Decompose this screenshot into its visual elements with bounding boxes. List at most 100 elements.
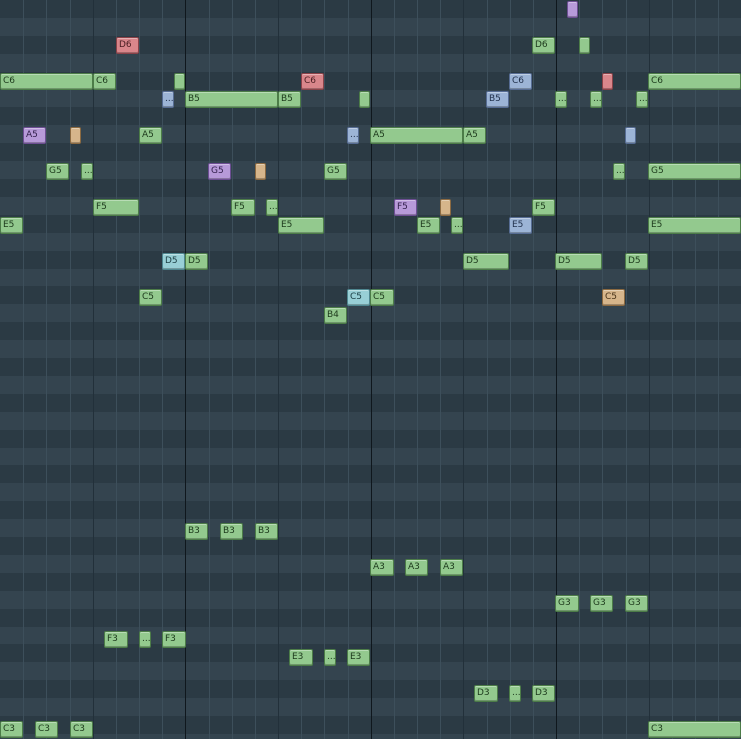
note-b5[interactable]: B5 <box>278 91 301 108</box>
note-g3[interactable]: G3 <box>555 595 579 612</box>
note-d5[interactable]: D5 <box>162 253 185 270</box>
note-e5[interactable]: E5 <box>417 217 440 234</box>
grid-line <box>579 0 580 739</box>
note-g5[interactable]: G5 <box>46 163 69 180</box>
note-c6[interactable]: C6 <box>0 73 93 90</box>
note-block[interactable]: ... <box>266 199 278 216</box>
note-g5[interactable]: G5 <box>208 163 231 180</box>
note-b3[interactable]: B3 <box>185 523 208 540</box>
note-e3[interactable]: E3 <box>289 649 313 666</box>
note-a5[interactable]: A5 <box>23 127 46 144</box>
grid-line <box>93 0 94 739</box>
note-d3[interactable]: D3 <box>532 685 555 702</box>
grid-line <box>232 0 233 739</box>
piano-roll[interactable]: D6 D6 C6 C6 C6 C6 C6... B5 B5 B5......... A5 A5... A… <box>0 0 741 739</box>
note-block[interactable] <box>625 127 636 144</box>
note-block[interactable]: ... <box>451 217 463 234</box>
note-c3[interactable]: C3 <box>35 721 58 738</box>
grid-line <box>417 0 418 739</box>
note-e5[interactable]: E5 <box>648 217 741 234</box>
grid-line <box>255 0 256 739</box>
note-g3[interactable]: G3 <box>590 595 613 612</box>
grid-line <box>278 0 279 739</box>
note-block[interactable] <box>602 73 613 90</box>
note-f5[interactable]: F5 <box>532 199 555 216</box>
note-a3[interactable]: A3 <box>440 559 463 576</box>
note-f3[interactable]: F3 <box>162 631 186 648</box>
grid-line <box>440 0 441 739</box>
note-d5[interactable]: D5 <box>555 253 602 270</box>
note-a5[interactable]: A5 <box>370 127 463 144</box>
note-b5[interactable]: B5 <box>486 91 509 108</box>
note-f5[interactable]: F5 <box>231 199 255 216</box>
note-c6[interactable]: C6 <box>93 73 116 90</box>
note-d6[interactable]: D6 <box>116 37 139 54</box>
note-c5[interactable]: C5 <box>370 289 394 306</box>
note-block[interactable]: ... <box>555 91 567 108</box>
note-c6[interactable]: C6 <box>509 73 532 90</box>
note-c5[interactable]: C5 <box>602 289 625 306</box>
grid-line <box>301 0 302 739</box>
note-g5[interactable]: G5 <box>324 163 347 180</box>
note-c3[interactable]: C3 <box>0 721 23 738</box>
note-c5[interactable]: C5 <box>139 289 162 306</box>
note-block[interactable]: ... <box>509 685 521 702</box>
note-d3[interactable]: D3 <box>474 685 498 702</box>
note-block[interactable]: ... <box>636 91 648 108</box>
grid-line <box>533 0 534 739</box>
note-e5[interactable]: E5 <box>278 217 324 234</box>
note-c5[interactable]: C5 <box>347 289 370 306</box>
note-block[interactable] <box>440 199 451 216</box>
note-block[interactable] <box>255 163 266 180</box>
note-block[interactable] <box>174 73 185 90</box>
grid-line <box>162 0 163 739</box>
note-block[interactable] <box>359 91 370 108</box>
note-g3[interactable]: G3 <box>625 595 648 612</box>
grid-line <box>510 0 511 739</box>
note-block[interactable] <box>70 127 81 144</box>
note-b5[interactable]: B5 <box>185 91 278 108</box>
note-block[interactable]: ... <box>324 649 336 666</box>
note-f5[interactable]: F5 <box>394 199 417 216</box>
note-b4[interactable]: B4 <box>324 307 347 324</box>
note-block[interactable]: ... <box>347 127 359 144</box>
grid-line <box>324 0 325 739</box>
note-a3[interactable]: A3 <box>370 559 394 576</box>
grid-line <box>463 0 464 739</box>
note-a3[interactable]: A3 <box>405 559 428 576</box>
note-e5[interactable]: E5 <box>0 217 23 234</box>
note-b3[interactable]: B3 <box>220 523 243 540</box>
bar-line <box>185 0 186 739</box>
note-block[interactable] <box>567 1 578 18</box>
note-block[interactable]: ... <box>139 631 151 648</box>
note-f3[interactable]: F3 <box>104 631 128 648</box>
note-d5[interactable]: D5 <box>625 253 648 270</box>
note-e5[interactable]: E5 <box>509 217 532 234</box>
note-block[interactable]: ... <box>590 91 602 108</box>
note-c6[interactable]: C6 <box>301 73 324 90</box>
note-a5[interactable]: A5 <box>139 127 162 144</box>
note-d5[interactable]: D5 <box>185 253 208 270</box>
note-c6[interactable]: C6 <box>648 73 741 90</box>
grid-line <box>626 0 627 739</box>
note-block[interactable]: ... <box>81 163 93 180</box>
note-a5[interactable]: A5 <box>463 127 486 144</box>
note-c3[interactable]: C3 <box>70 721 93 738</box>
note-block[interactable] <box>579 37 590 54</box>
note-b3[interactable]: B3 <box>255 523 278 540</box>
grid-line <box>116 0 117 739</box>
note-f5[interactable]: F5 <box>93 199 139 216</box>
note-e3[interactable]: E3 <box>347 649 370 666</box>
note-c3[interactable]: C3 <box>648 721 741 738</box>
grid-line <box>394 0 395 739</box>
grid-line <box>695 0 696 739</box>
note-block[interactable]: ... <box>613 163 625 180</box>
grid-line <box>23 0 24 739</box>
grid-line <box>718 0 719 739</box>
note-block[interactable]: ... <box>162 91 174 108</box>
note-d5[interactable]: D5 <box>463 253 509 270</box>
grid-line <box>672 0 673 739</box>
note-g5[interactable]: G5 <box>648 163 741 180</box>
note-d6[interactable]: D6 <box>532 37 555 54</box>
grid-line <box>70 0 71 739</box>
